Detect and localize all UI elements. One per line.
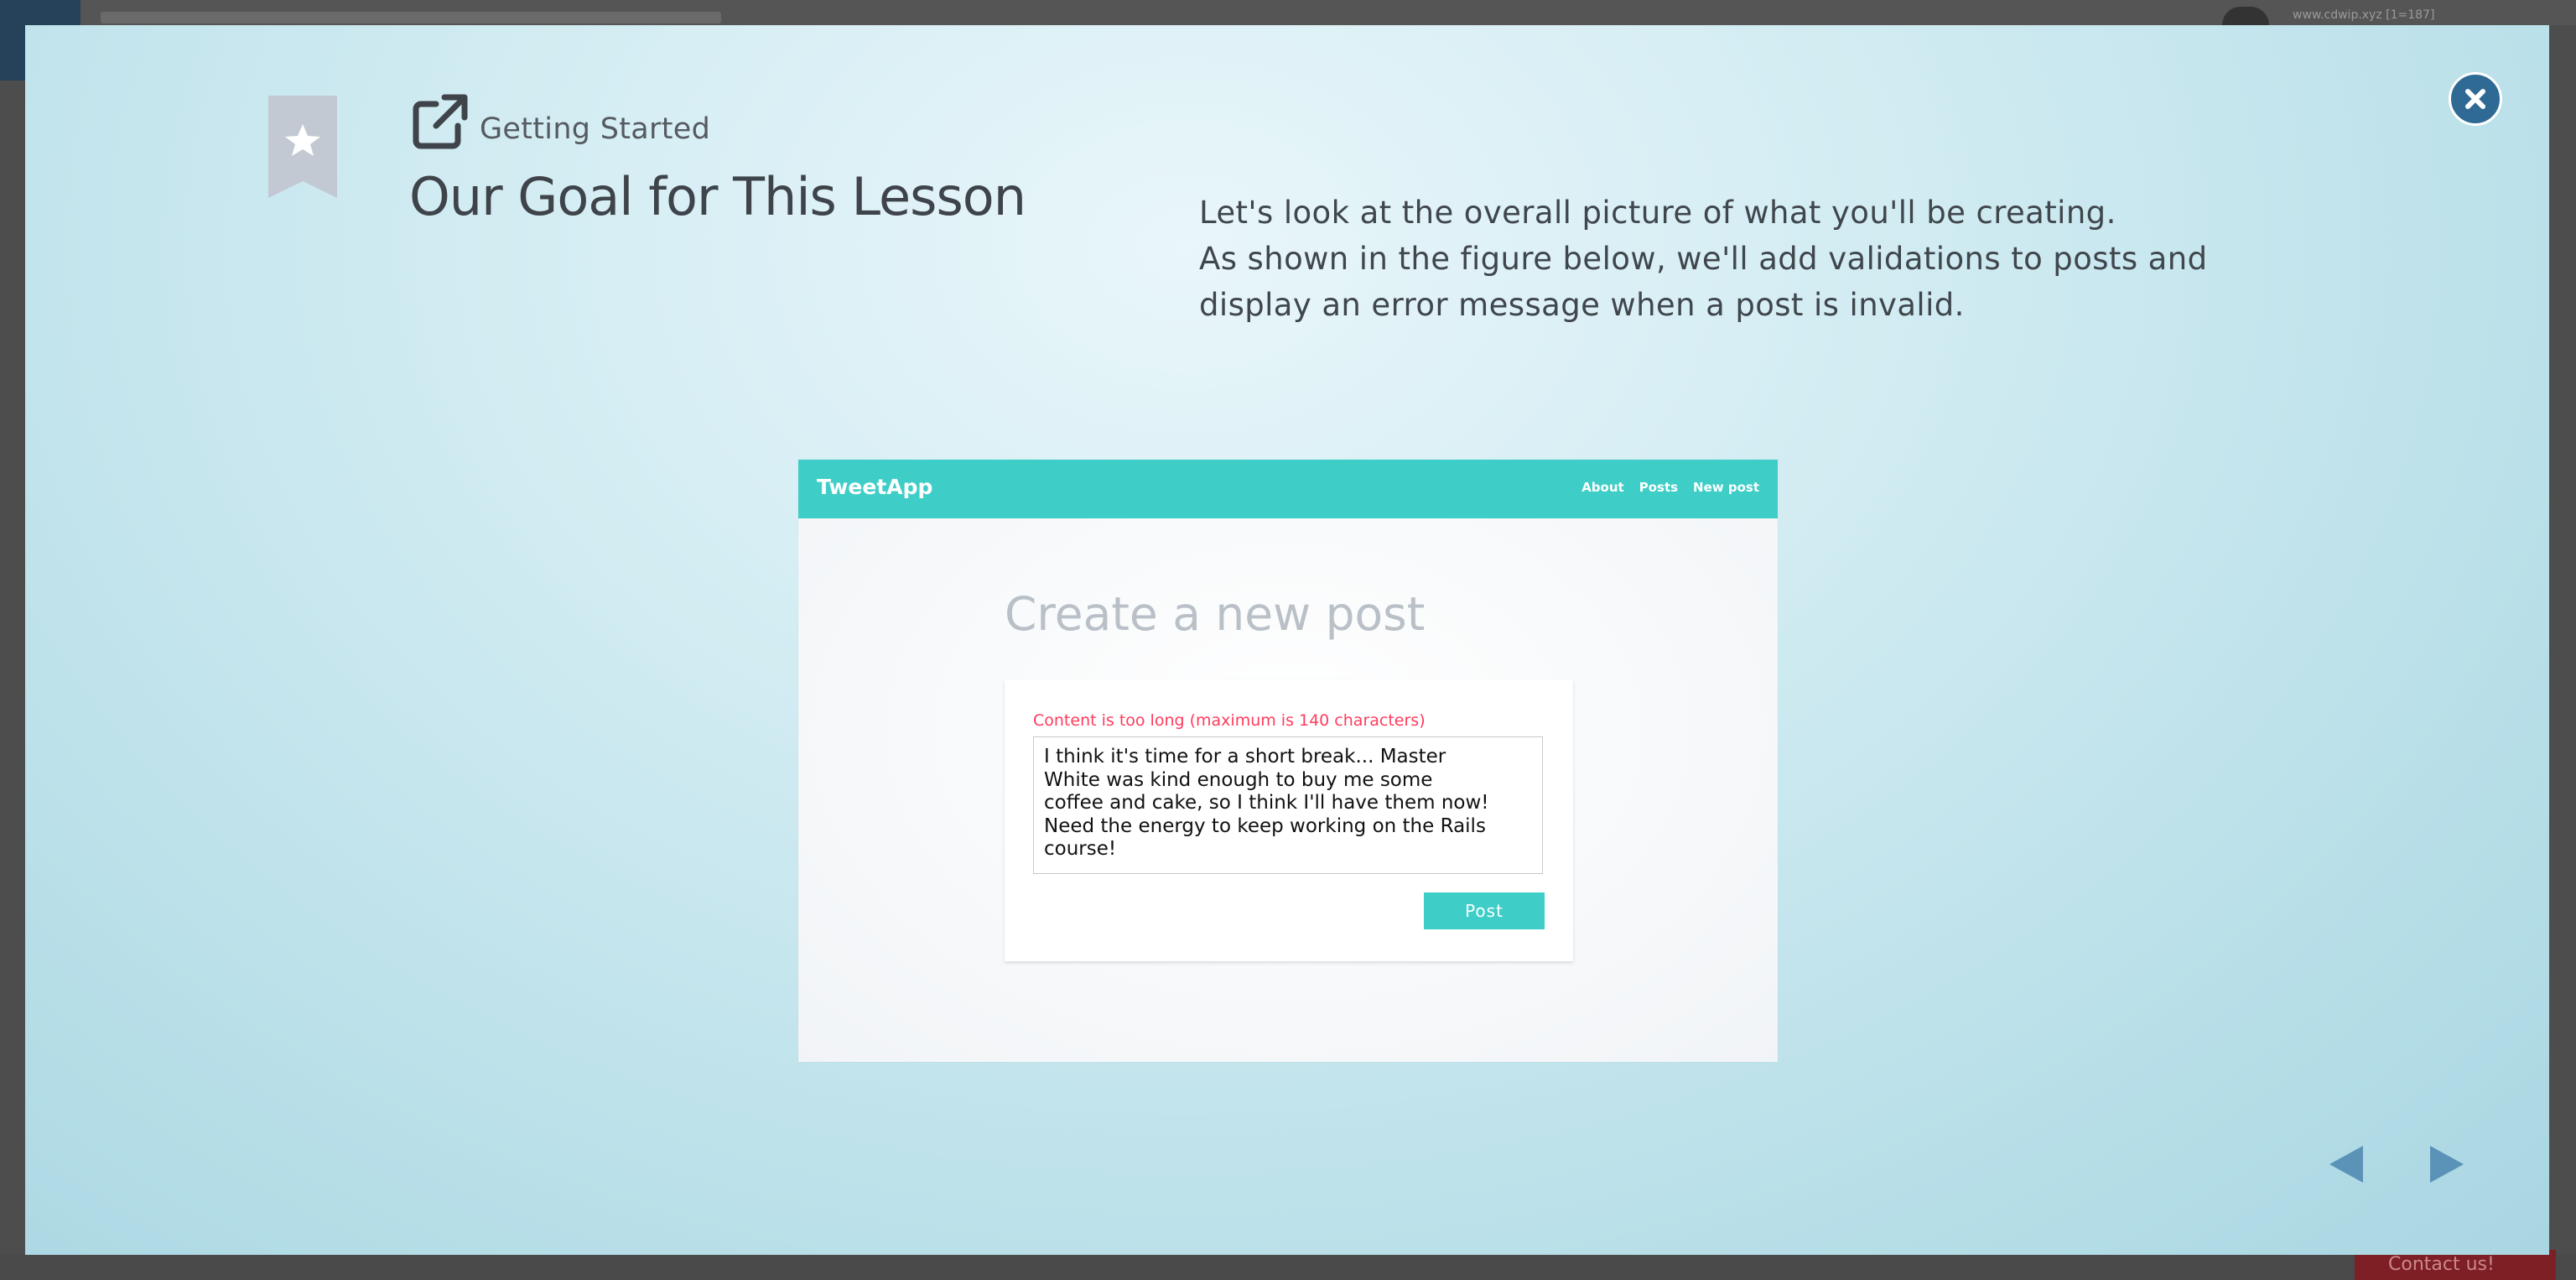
triangle-right-icon [2430, 1146, 2464, 1183]
background-bottom-scrollbar [0, 1255, 2576, 1280]
form-error-message: Content is too long (maximum is 140 char… [1033, 711, 1426, 730]
post-form-card: Content is too long (maximum is 140 char… [1005, 679, 1573, 961]
external-link-icon [411, 92, 470, 151]
close-icon [2465, 89, 2485, 109]
description-line: As shown in the figure below, we'll add … [1199, 241, 2208, 323]
next-slide-button[interactable] [2423, 1141, 2470, 1188]
app-nav-new-post: New post [1693, 480, 1759, 495]
lesson-modal: Getting Started Our Goal for This Lesson… [25, 25, 2549, 1255]
lesson-title: Our Goal for This Lesson [409, 166, 1026, 227]
app-header: TweetApp About Posts New post [798, 460, 1778, 518]
bookmark-star-icon[interactable] [268, 96, 337, 198]
background-user-text: www.cdwip.xyz [1=187] [2293, 8, 2435, 22]
triangle-left-icon [2329, 1146, 2363, 1183]
lesson-description: Let's look at the overall picture of wha… [1199, 190, 2323, 328]
post-submit-button: Post [1424, 892, 1545, 929]
close-button[interactable] [2449, 72, 2502, 126]
lesson-figure: TweetApp About Posts New post Create a n… [798, 460, 1778, 1062]
app-nav: About Posts New post [1581, 480, 1759, 495]
post-content-textarea: I think it's time for a short break... M… [1033, 736, 1543, 874]
previous-slide-button[interactable] [2323, 1141, 2370, 1188]
app-page-heading: Create a new post [1005, 587, 1426, 641]
app-nav-posts: Posts [1639, 480, 1679, 495]
app-nav-about: About [1581, 480, 1624, 495]
background-search-bar [101, 12, 721, 23]
app-brand: TweetApp [817, 475, 933, 499]
description-line: Let's look at the overall picture of wha… [1199, 195, 2116, 231]
section-label: Getting Started [480, 112, 711, 146]
